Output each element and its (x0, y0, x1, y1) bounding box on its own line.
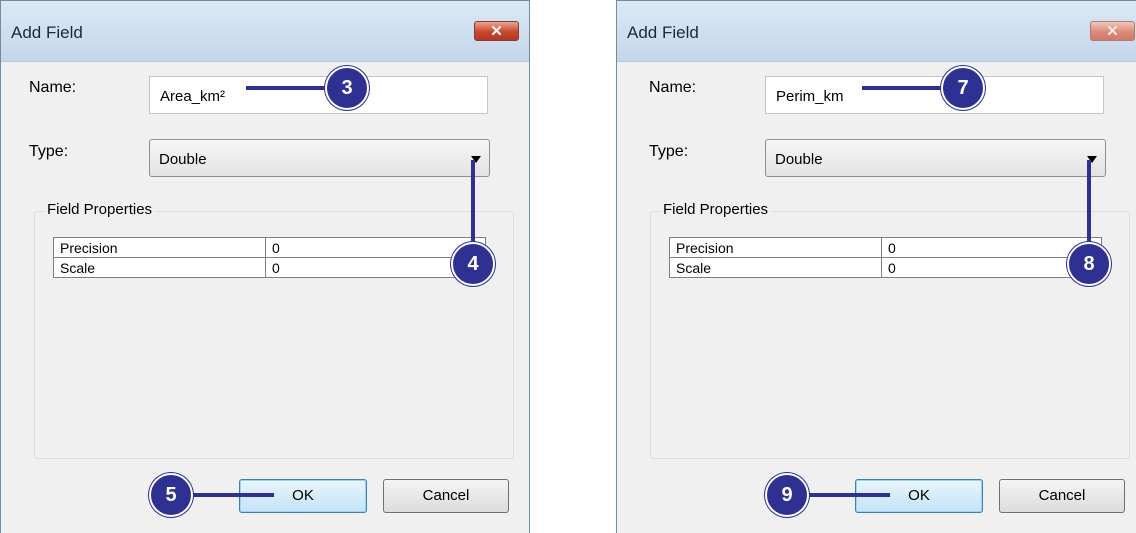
table-row[interactable]: Precision 0 (53, 237, 486, 258)
callout-line (246, 86, 326, 90)
type-select[interactable]: Double (765, 139, 1106, 177)
type-label: Type: (29, 143, 69, 160)
field-properties-group: Field Properties Precision 0 Scale 0 (650, 201, 1130, 459)
titlebar: Add Field ✕ (617, 1, 1136, 62)
property-key: Precision (53, 237, 266, 258)
callout-badge: 7 (941, 66, 985, 110)
properties-table: Precision 0 Scale 0 (53, 237, 486, 278)
type-select-value: Double (159, 151, 207, 168)
type-select-value: Double (775, 151, 823, 168)
add-field-dialog-2: Add Field ✕ Name: Perim_km Type: Double … (616, 0, 1136, 533)
callout-line (862, 86, 942, 90)
name-label: Name: (29, 79, 77, 96)
callout-badge: 8 (1067, 242, 1111, 286)
property-key: Precision (669, 237, 882, 258)
name-label: Name: (649, 79, 697, 96)
table-row[interactable]: Scale 0 (669, 257, 1102, 278)
property-key: Scale (669, 257, 882, 278)
type-select[interactable]: Double (149, 139, 490, 177)
dialog-title: Add Field (627, 23, 699, 42)
close-button[interactable]: ✕ (1090, 21, 1135, 41)
table-row[interactable]: Scale 0 (53, 257, 486, 278)
close-icon: ✕ (1106, 23, 1119, 40)
dialog-body: Name: Area_km² Type: Double Field Proper… (9, 62, 521, 533)
dialog-body: Name: Perim_km Type: Double Field Proper… (625, 62, 1136, 533)
name-input[interactable]: Perim_km (765, 76, 1104, 114)
callout-line (806, 493, 890, 497)
callout-line (1087, 160, 1091, 246)
close-button[interactable]: ✕ (474, 21, 519, 41)
close-icon: ✕ (490, 23, 503, 40)
table-row[interactable]: Precision 0 (669, 237, 1102, 258)
titlebar: Add Field ✕ (1, 1, 529, 62)
property-key: Scale (53, 257, 266, 278)
callout-line (190, 493, 274, 497)
name-input-value: Perim_km (776, 88, 844, 105)
name-input[interactable]: Area_km² (149, 76, 488, 114)
callout-badge: 4 (451, 242, 495, 286)
dialog-title: Add Field (11, 23, 83, 42)
name-input-value: Area_km² (160, 88, 226, 105)
properties-table: Precision 0 Scale 0 (669, 237, 1102, 278)
type-label: Type: (649, 143, 689, 160)
callout-line (471, 160, 475, 246)
cancel-button[interactable]: Cancel (383, 479, 509, 513)
group-title: Field Properties (660, 201, 772, 218)
callout-badge: 9 (765, 473, 809, 517)
cancel-button[interactable]: Cancel (999, 479, 1125, 513)
callout-badge: 5 (149, 473, 193, 517)
group-title: Field Properties (44, 201, 156, 218)
callout-badge: 3 (325, 66, 369, 110)
field-properties-group: Field Properties Precision 0 Scale 0 (34, 201, 514, 459)
